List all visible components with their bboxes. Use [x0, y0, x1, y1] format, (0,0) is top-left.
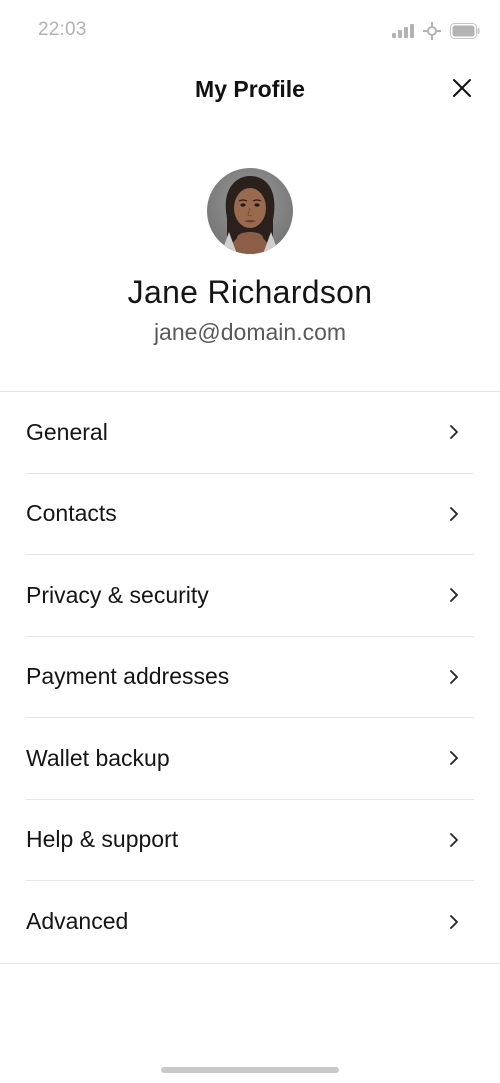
status-icons: [392, 21, 480, 41]
menu-item-label: General: [26, 418, 108, 445]
chevron-right-icon: [450, 425, 458, 440]
menu-item-wallet-backup[interactable]: Wallet backup: [26, 718, 474, 800]
chevron-right-icon: [450, 751, 458, 766]
close-icon: [452, 78, 472, 103]
battery-icon: [450, 23, 480, 39]
header: My Profile: [0, 62, 500, 120]
menu-item-advanced[interactable]: Advanced: [26, 881, 474, 963]
chevron-right-icon: [450, 832, 458, 847]
chevron-right-icon: [450, 914, 458, 929]
menu-item-label: Advanced: [26, 908, 129, 935]
chevron-right-icon: [450, 588, 458, 603]
menu-item-general[interactable]: General: [26, 392, 474, 474]
close-button[interactable]: [450, 78, 474, 102]
profile-email: jane@domain.com: [153, 319, 347, 345]
menu-item-payment-addresses[interactable]: Payment addresses: [26, 637, 474, 718]
profile-section: Jane Richardson jane@domain.com: [0, 168, 500, 346]
network-icon: [422, 21, 442, 41]
menu-item-contacts[interactable]: Contacts: [26, 474, 474, 555]
avatar: [207, 168, 293, 254]
status-time: 22:03: [38, 19, 87, 40]
profile-name: Jane Richardson: [127, 274, 373, 310]
menu-item-label: Privacy & security: [26, 581, 209, 608]
chevron-right-icon: [450, 506, 458, 521]
page-title: My Profile: [195, 76, 305, 102]
signal-icon: [392, 24, 414, 38]
status-bar: 22:03: [0, 0, 500, 62]
profile-screen: 22:03 My Profile Jane Richardson jane@do…: [0, 0, 500, 1083]
menu-item-label: Payment addresses: [26, 663, 230, 690]
menu-item-help-support[interactable]: Help & support: [26, 800, 474, 881]
settings-menu: General Contacts Privacy & security Paym…: [0, 391, 500, 964]
menu-item-label: Wallet backup: [26, 744, 170, 771]
home-indicator[interactable]: [161, 1067, 339, 1073]
menu-item-privacy-security[interactable]: Privacy & security: [26, 555, 474, 637]
menu-item-label: Contacts: [26, 500, 117, 527]
chevron-right-icon: [450, 669, 458, 684]
menu-item-label: Help & support: [26, 826, 179, 853]
